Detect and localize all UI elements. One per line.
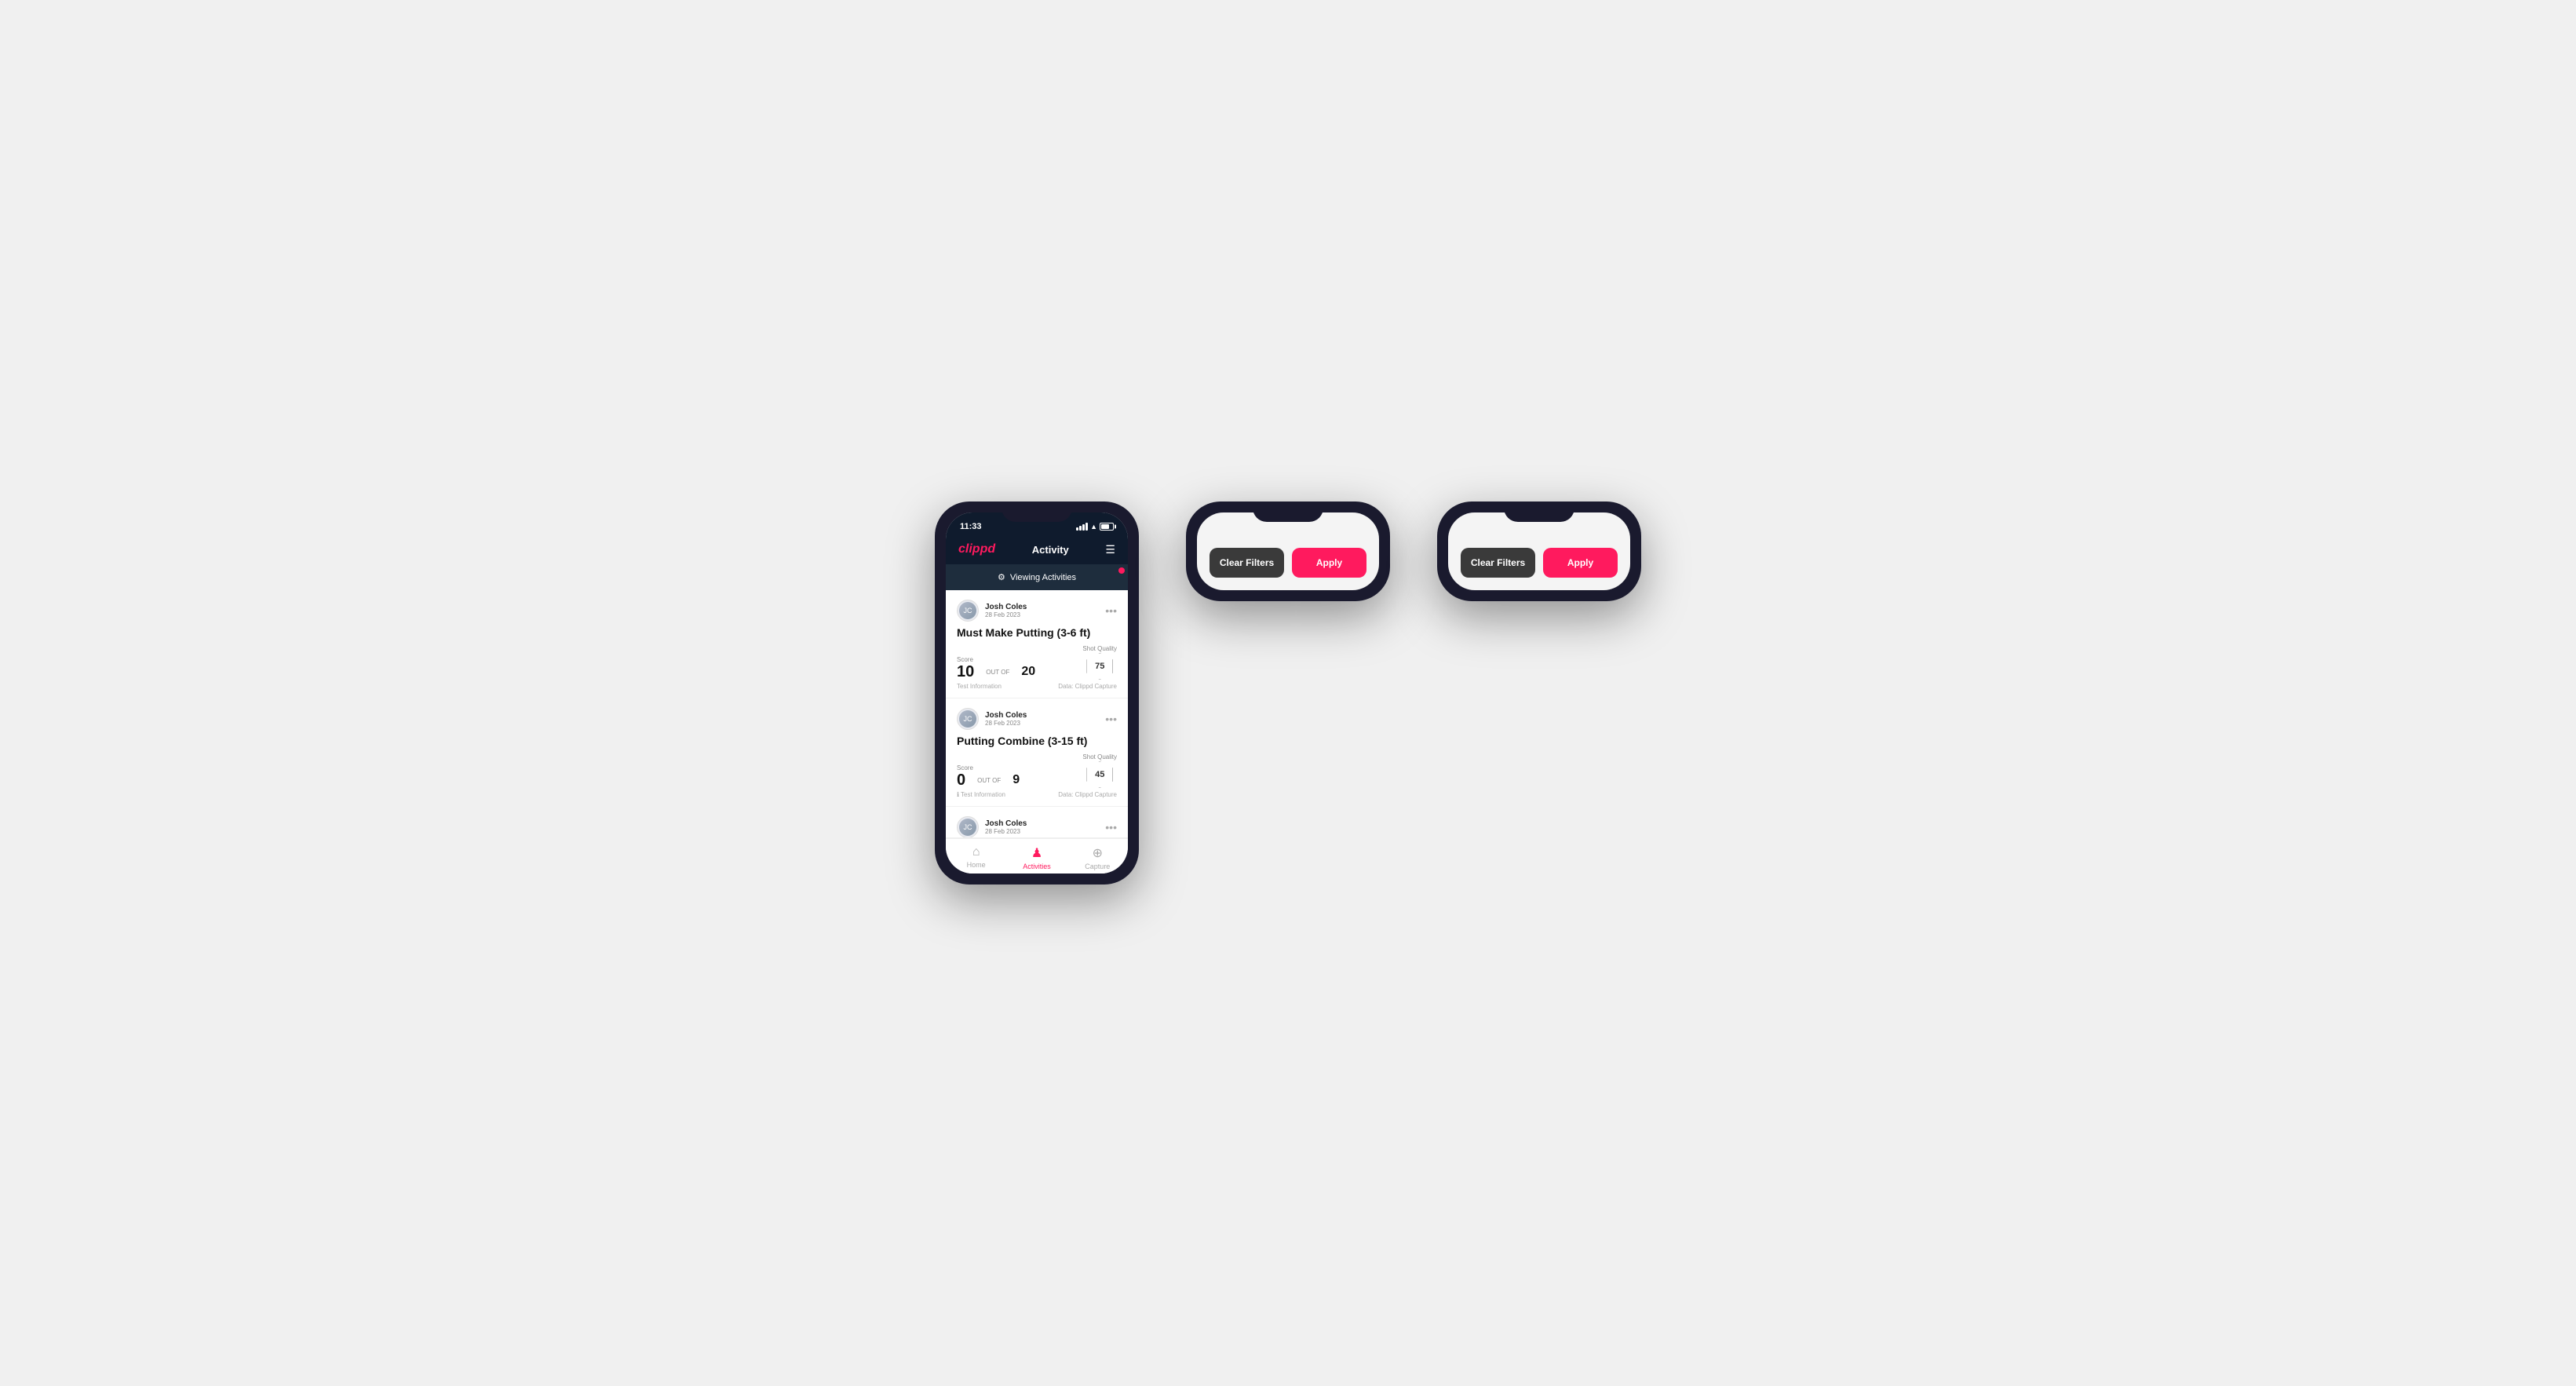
- user-date-3: 28 Feb 2023: [985, 828, 1027, 835]
- app-header: clippd Activity ☰: [946, 536, 1128, 564]
- notch-2: [1253, 502, 1323, 522]
- clear-filters-btn-2[interactable]: Clear Filters: [1210, 548, 1284, 578]
- notch: [1002, 502, 1072, 522]
- user-info-1: JC Josh Coles 28 Feb 2023: [957, 600, 1027, 622]
- apply-btn-3[interactable]: Apply: [1543, 548, 1618, 578]
- info-label-2: ℹ Test Information: [957, 791, 1005, 798]
- user-date-2: 28 Feb 2023: [985, 720, 1027, 727]
- phone-2-screen: 11:33 ▲ clippd Activity ☰: [1197, 512, 1379, 590]
- item-footer-1: Test Information Data: Clippd Capture: [957, 683, 1117, 690]
- scene: 11:33 ▲ clippd Activity ☰: [935, 502, 1641, 884]
- sheet-footer-2: Clear Filters Apply: [1210, 548, 1366, 578]
- signal-icon: [1076, 523, 1088, 531]
- avatar-2: JC: [957, 708, 979, 730]
- notification-dot: [1118, 567, 1125, 574]
- nav-capture[interactable]: ⊕ Capture: [1067, 845, 1128, 870]
- hamburger-icon[interactable]: ☰: [1105, 543, 1115, 556]
- user-row-2: JC Josh Coles 28 Feb 2023 •••: [957, 708, 1117, 730]
- score-label-1: Score: [957, 656, 1035, 663]
- app-logo: clippd: [958, 542, 995, 556]
- nav-home[interactable]: ⌂ Home: [946, 845, 1006, 870]
- item-footer-2: ℹ Test Information Data: Clippd Capture: [957, 791, 1117, 798]
- shot-quality-1: Shot Quality 75: [1082, 645, 1117, 680]
- stats-1: 10 OUT OF 20: [957, 664, 1035, 680]
- activity-title-1: Must Make Putting (3-6 ft): [957, 626, 1117, 639]
- phone-1-screen: 11:33 ▲ clippd Activity ☰: [946, 512, 1128, 874]
- filter-sheet-2: Filter ✕ Show Rounds Practice Drills Rou…: [1197, 512, 1379, 590]
- shot-quality-hex-2: 45: [1086, 761, 1113, 788]
- shot-quality-2: Shot Quality 45: [1082, 753, 1117, 788]
- more-options-2[interactable]: •••: [1105, 713, 1117, 725]
- time: 11:33: [960, 522, 982, 531]
- capture-label: Capture: [1085, 863, 1110, 870]
- viewing-activities-bar[interactable]: ⚙ Viewing Activities: [946, 564, 1128, 590]
- home-label: Home: [967, 861, 986, 869]
- activity-item-2: JC Josh Coles 28 Feb 2023 ••• Putting Co…: [946, 698, 1128, 807]
- user-date-1: 28 Feb 2023: [985, 611, 1027, 618]
- score-label-2: Score: [957, 764, 1020, 771]
- filter-icon: ⚙: [998, 572, 1005, 582]
- phone-3: 11:33 ▲ clippd Activity ☰: [1437, 502, 1641, 601]
- user-name-2: Josh Coles: [985, 711, 1027, 720]
- data-label-2: Data: Clippd Capture: [1058, 791, 1117, 798]
- user-info-3: JC Josh Coles 28 Feb 2023: [957, 816, 1027, 838]
- status-icons: ▲: [1076, 523, 1114, 531]
- out-of-value-1: 20: [1021, 666, 1035, 678]
- sheet-footer-3: Clear Filters Apply: [1461, 548, 1618, 578]
- user-row-1: JC Josh Coles 28 Feb 2023 •••: [957, 600, 1117, 622]
- header-title: Activity: [1032, 544, 1069, 556]
- more-options-3[interactable]: •••: [1105, 821, 1117, 833]
- battery-icon: [1100, 523, 1114, 531]
- wifi-icon: ▲: [1090, 523, 1097, 531]
- out-of-value-2: 9: [1013, 774, 1020, 786]
- stats-2: 0 OUT OF 9: [957, 772, 1020, 788]
- out-of-1: OUT OF: [986, 669, 1009, 676]
- out-of-2: OUT OF: [977, 777, 1001, 784]
- bottom-nav: ⌂ Home ♟ Activities ⊕ Capture: [946, 838, 1128, 874]
- home-icon: ⌂: [972, 845, 980, 859]
- activities-label: Activities: [1023, 863, 1051, 870]
- viewing-bar-text: Viewing Activities: [1010, 573, 1076, 582]
- shot-quality-hex-1: 75: [1086, 653, 1113, 680]
- notch-3: [1504, 502, 1574, 522]
- data-label-1: Data: Clippd Capture: [1058, 683, 1117, 690]
- phone-1: 11:33 ▲ clippd Activity ☰: [935, 502, 1139, 884]
- score-value-2: 0: [957, 772, 965, 788]
- phone-3-screen: 11:33 ▲ clippd Activity ☰: [1448, 512, 1630, 590]
- filter-sheet-3: Filter ✕ Show Rounds Practice Drills Pra…: [1448, 512, 1630, 590]
- avatar-3: JC: [957, 816, 979, 838]
- capture-icon: ⊕: [1093, 845, 1103, 861]
- user-row-3: JC Josh Coles 28 Feb 2023 •••: [957, 816, 1117, 838]
- avatar-1: JC: [957, 600, 979, 622]
- apply-btn-2[interactable]: Apply: [1292, 548, 1366, 578]
- user-name-1: Josh Coles: [985, 603, 1027, 611]
- user-name-3: Josh Coles: [985, 819, 1027, 828]
- activity-item-1: JC Josh Coles 28 Feb 2023 ••• Must Make …: [946, 590, 1128, 698]
- activity-item-3: JC Josh Coles 28 Feb 2023 •••: [946, 807, 1128, 838]
- info-label-1: Test Information: [957, 683, 1002, 690]
- activity-title-2: Putting Combine (3-15 ft): [957, 735, 1117, 747]
- user-info-2: JC Josh Coles 28 Feb 2023: [957, 708, 1027, 730]
- phone-2: 11:33 ▲ clippd Activity ☰: [1186, 502, 1390, 601]
- more-options-1[interactable]: •••: [1105, 604, 1117, 617]
- nav-activities[interactable]: ♟ Activities: [1006, 845, 1067, 870]
- activities-icon: ♟: [1031, 845, 1042, 861]
- score-value-1: 10: [957, 664, 974, 680]
- clear-filters-btn-3[interactable]: Clear Filters: [1461, 548, 1535, 578]
